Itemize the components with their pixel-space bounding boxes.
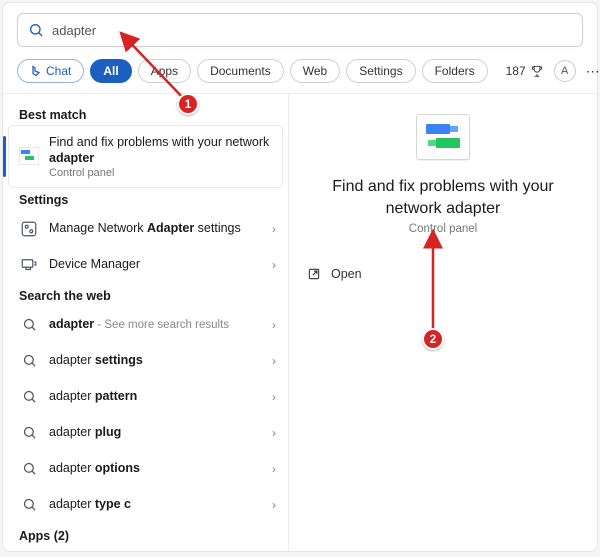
result-best-match[interactable]: Find and fix problems with your network … bbox=[9, 126, 282, 187]
detail-icon bbox=[416, 114, 470, 160]
chevron-right-icon: › bbox=[272, 258, 276, 272]
search-icon bbox=[19, 387, 39, 407]
section-apps[interactable]: Apps (2) bbox=[3, 523, 288, 547]
more-menu-icon[interactable]: ⋯ bbox=[586, 63, 600, 80]
result-setting-device-manager[interactable]: Device Manager › bbox=[3, 247, 288, 283]
troubleshooter-icon bbox=[19, 146, 39, 166]
result-web[interactable]: adapter - See more search results › bbox=[3, 307, 288, 343]
result-web[interactable]: adapter type c › bbox=[3, 487, 288, 523]
section-search-web: Search the web bbox=[3, 283, 288, 307]
filter-web[interactable]: Web bbox=[290, 59, 340, 83]
chevron-right-icon: › bbox=[272, 498, 276, 512]
result-web[interactable]: adapter plug › bbox=[3, 415, 288, 451]
filter-all[interactable]: All bbox=[90, 59, 131, 83]
detail-panel: Find and fix problems with your network … bbox=[288, 94, 597, 551]
chevron-right-icon: › bbox=[272, 222, 276, 236]
search-icon bbox=[19, 315, 39, 335]
open-icon bbox=[307, 267, 321, 281]
filter-folders[interactable]: Folders bbox=[422, 59, 488, 83]
filter-chat[interactable]: Chat bbox=[17, 59, 84, 83]
filter-chat-label: Chat bbox=[46, 64, 71, 78]
chevron-right-icon: › bbox=[272, 390, 276, 404]
bing-chat-icon bbox=[30, 65, 42, 77]
detail-subtitle: Control panel bbox=[409, 223, 477, 235]
search-icon bbox=[19, 351, 39, 371]
result-web[interactable]: adapter options › bbox=[3, 451, 288, 487]
search-icon bbox=[28, 22, 44, 38]
chevron-right-icon: › bbox=[272, 462, 276, 476]
rewards-score[interactable]: 187 bbox=[506, 64, 544, 78]
device-manager-icon bbox=[19, 255, 39, 275]
open-action[interactable]: Open bbox=[305, 261, 581, 287]
search-box[interactable] bbox=[17, 13, 583, 47]
section-settings: Settings bbox=[3, 187, 288, 211]
filter-apps[interactable]: Apps bbox=[138, 59, 191, 83]
search-input[interactable] bbox=[52, 23, 572, 38]
detail-title: Find and fix problems with your network … bbox=[305, 176, 581, 219]
result-web[interactable]: adapter settings › bbox=[3, 343, 288, 379]
result-setting-adapter[interactable]: Manage Network Adapter settings › bbox=[3, 211, 288, 247]
results-column: Best match Find and fix problems with yo… bbox=[3, 94, 288, 551]
settings-icon bbox=[19, 219, 39, 239]
filter-settings[interactable]: Settings bbox=[346, 59, 415, 83]
search-icon bbox=[19, 495, 39, 515]
result-title: Find and fix problems with your network … bbox=[49, 134, 270, 167]
search-icon bbox=[19, 423, 39, 443]
chevron-right-icon: › bbox=[272, 426, 276, 440]
section-best-match: Best match bbox=[3, 102, 288, 126]
search-icon bbox=[19, 459, 39, 479]
chevron-right-icon: › bbox=[272, 318, 276, 332]
chevron-right-icon: › bbox=[272, 354, 276, 368]
result-web[interactable]: adapter pattern › bbox=[3, 379, 288, 415]
rewards-icon bbox=[530, 64, 544, 78]
result-sub: Control panel bbox=[49, 167, 270, 179]
avatar[interactable]: A bbox=[554, 60, 576, 82]
filter-documents[interactable]: Documents bbox=[197, 59, 284, 83]
